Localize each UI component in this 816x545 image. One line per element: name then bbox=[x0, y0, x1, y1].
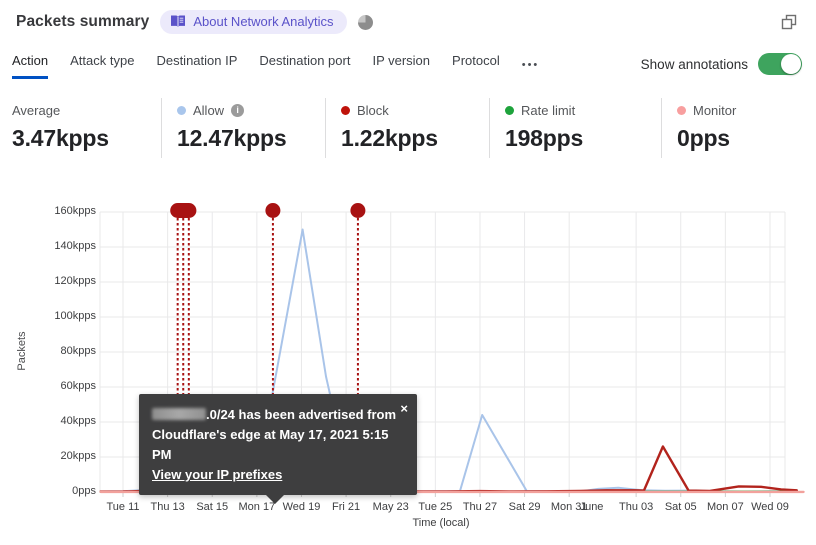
tab-destination-ip[interactable]: Destination IP bbox=[156, 53, 237, 79]
tab-ip-version[interactable]: IP version bbox=[372, 53, 430, 79]
stat-monitor: Monitor 0pps bbox=[677, 96, 736, 152]
book-icon bbox=[171, 15, 186, 27]
header: Packets summary About Network Analytics bbox=[16, 10, 373, 34]
stat-average: Average 3.47kpps bbox=[12, 96, 109, 152]
stat-divider bbox=[661, 98, 662, 158]
toggle-knob bbox=[781, 54, 801, 74]
annotation-marker[interactable] bbox=[265, 203, 281, 218]
stats-row: Average 3.47kpps Allow i 12.47kpps Block… bbox=[0, 96, 816, 162]
packets-chart: Packets Time (local) 0pps 20kpps 40kpps 60k… bbox=[0, 190, 816, 545]
stat-value: 12.47kpps bbox=[177, 125, 287, 151]
open-in-new-window-icon[interactable] bbox=[780, 13, 798, 31]
stat-value: 0pps bbox=[677, 125, 730, 151]
stat-label: Rate limit bbox=[521, 102, 576, 118]
stat-allow: Allow i 12.47kpps bbox=[177, 96, 287, 152]
annotation-marker[interactable] bbox=[350, 203, 366, 218]
tooltip-line1: .0/24 has been advertised from bbox=[152, 405, 404, 425]
about-network-analytics-badge[interactable]: About Network Analytics bbox=[160, 10, 347, 34]
stat-divider bbox=[161, 98, 162, 158]
packets-summary-panel: Packets summary About Network Analytics … bbox=[0, 0, 816, 545]
tabs-more-button[interactable]: ••• bbox=[522, 59, 540, 79]
stat-label: Monitor bbox=[693, 102, 737, 118]
tooltip-close-icon[interactable]: × bbox=[400, 399, 408, 419]
tabs-bar: Action Attack type Destination IP Destin… bbox=[12, 53, 539, 79]
stat-divider bbox=[489, 98, 490, 158]
stat-label: Block bbox=[357, 102, 389, 118]
sampling-pie-icon bbox=[357, 14, 373, 30]
page-title: Packets summary bbox=[16, 13, 150, 30]
tab-destination-port[interactable]: Destination port bbox=[259, 53, 350, 79]
tab-protocol[interactable]: Protocol bbox=[452, 53, 500, 79]
stat-rate-limit: Rate limit 198pps bbox=[505, 96, 583, 152]
stat-label: Average bbox=[12, 102, 61, 118]
tab-action[interactable]: Action bbox=[12, 53, 49, 79]
block-legend-dot bbox=[341, 105, 350, 115]
stat-block: Block 1.22kpps bbox=[341, 96, 438, 152]
about-badge-label: About Network Analytics bbox=[193, 14, 334, 29]
show-annotations-toggle[interactable] bbox=[758, 53, 802, 75]
annotation-marker[interactable] bbox=[170, 203, 197, 218]
stat-divider bbox=[325, 98, 326, 158]
tooltip-line2: Cloudflare's edge at May 17, 2021 5:15 P… bbox=[152, 427, 389, 463]
view-ip-prefixes-link[interactable]: View your IP prefixes bbox=[152, 467, 282, 482]
tab-attack-type[interactable]: Attack type bbox=[70, 53, 134, 79]
annotation-tooltip: × .0/24 has been advertised from Cloudfl… bbox=[139, 394, 417, 504]
redacted-ip-prefix bbox=[152, 408, 206, 420]
stat-value: 198pps bbox=[505, 125, 584, 151]
info-icon[interactable]: i bbox=[231, 103, 245, 117]
monitor-legend-dot bbox=[677, 105, 686, 115]
stat-value: 1.22kpps bbox=[341, 125, 438, 151]
stat-value: 3.47kpps bbox=[12, 125, 109, 151]
stat-label: Allow bbox=[193, 102, 225, 118]
show-annotations-control: Show annotations bbox=[641, 53, 802, 75]
allow-legend-dot bbox=[177, 105, 186, 115]
rate-limit-legend-dot bbox=[505, 105, 514, 115]
show-annotations-label: Show annotations bbox=[640, 56, 748, 72]
